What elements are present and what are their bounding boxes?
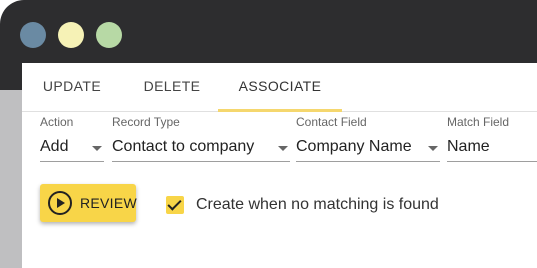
create-when-no-match-label[interactable]: Create when no matching is found — [196, 196, 439, 214]
contact-field-value: Company Name — [296, 138, 412, 155]
tab-update[interactable]: UPDATE — [40, 63, 104, 109]
chevron-down-icon — [278, 146, 288, 151]
match-field-label: Match Field — [447, 115, 510, 129]
app-window: UPDATE DELETE ASSOCIATE Action Add Recor… — [0, 0, 537, 268]
create-when-no-match-checkbox[interactable] — [166, 196, 184, 214]
maximize-window-button[interactable] — [96, 22, 122, 48]
contact-field-select[interactable]: Company Name — [296, 133, 440, 162]
record-type-value: Contact to company — [112, 138, 255, 155]
close-window-button[interactable] — [20, 22, 46, 48]
play-circle-icon — [48, 191, 72, 215]
record-type-select[interactable]: Contact to company — [112, 133, 290, 162]
action-value: Add — [40, 138, 69, 155]
review-button-label: REVIEW — [80, 195, 138, 211]
sidebar-strip — [0, 90, 22, 268]
match-field-select[interactable]: Name — [447, 133, 537, 162]
minimize-window-button[interactable] — [58, 22, 84, 48]
record-type-label: Record Type — [112, 115, 180, 129]
action-select[interactable]: Add — [40, 133, 104, 162]
action-label: Action — [40, 115, 74, 129]
active-tab-indicator — [218, 109, 342, 112]
match-field-value: Name — [447, 138, 490, 155]
tab-bar: UPDATE DELETE ASSOCIATE — [22, 63, 537, 112]
title-bar — [0, 0, 537, 63]
tab-associate[interactable]: ASSOCIATE — [218, 63, 342, 109]
tab-delete[interactable]: DELETE — [140, 63, 204, 109]
chevron-down-icon — [428, 146, 438, 151]
contact-field-label: Contact Field — [296, 115, 367, 129]
main-content: UPDATE DELETE ASSOCIATE Action Add Recor… — [22, 63, 537, 268]
chevron-down-icon — [92, 146, 102, 151]
review-button[interactable]: REVIEW — [40, 184, 138, 222]
